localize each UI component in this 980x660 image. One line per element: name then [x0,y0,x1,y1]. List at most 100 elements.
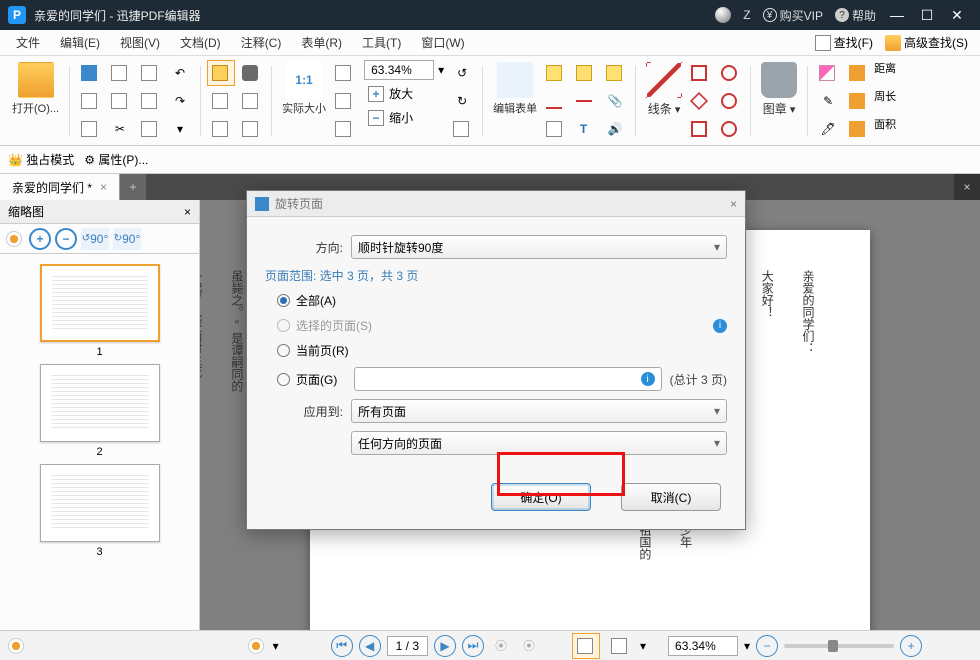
maximize-button[interactable]: ☐ [912,7,942,24]
area-tool[interactable] [844,116,872,142]
ok-button[interactable]: 确定(O) [491,483,591,511]
radio-pages[interactable]: 页面(G) i (总计 3 页) [277,367,727,391]
lines-button[interactable]: 线条 ▾ [642,60,686,119]
cloud-tool[interactable] [716,88,744,114]
info-icon[interactable]: i [713,319,727,333]
close-button[interactable]: ✕ [942,7,972,24]
radio-current[interactable]: 当前页(R) [277,342,727,359]
view-dropdown-icon[interactable]: ▾ [273,639,279,653]
direction-select[interactable]: 顺时针旋转90度 ▾ [351,235,727,259]
callout-tool[interactable] [541,116,569,142]
properties-button[interactable]: ⚙ 属性(P)... [84,151,148,168]
thumbnails-close-icon[interactable]: × [184,205,191,219]
note-tool[interactable] [601,60,629,86]
typewriter-tool[interactable]: T [571,116,599,142]
dialog-close-icon[interactable]: × [730,197,737,211]
marker-tool[interactable]: 🖊 [814,116,842,142]
more-edit-button[interactable]: ▾ [166,116,194,142]
find-button[interactable]: 查找(F) [809,31,879,54]
exclusive-mode-button[interactable]: 👑 独占模式 [8,151,74,168]
menu-window[interactable]: 窗口(W) [411,31,474,54]
tab-close-icon[interactable]: × [100,180,107,194]
thumbnail-3[interactable]: 3 [40,464,160,558]
menu-comment[interactable]: 注释(C) [231,31,292,54]
single-page-button[interactable] [572,633,600,659]
cut-button[interactable]: ✂ [106,116,134,142]
doc-tab-active[interactable]: 亲爱的同学们 * × [0,174,120,200]
fit-width-button[interactable] [330,88,358,114]
thumb-zoom-in[interactable]: + [29,228,51,250]
view-settings-icon[interactable] [248,638,264,654]
layout-button[interactable] [448,116,476,142]
pages-input[interactable]: i [354,367,662,391]
underline-tool[interactable] [541,88,569,114]
actual-size-button[interactable]: 1:1 实际大小 [278,60,330,118]
user-initial[interactable]: Z [743,8,750,22]
continuous-button[interactable] [606,633,634,659]
pencil-tool[interactable]: ✎ [814,88,842,114]
edit-text-button[interactable] [207,116,235,142]
thumbnails-list[interactable]: 1 2 3 [0,254,199,630]
new-blank-button[interactable] [76,88,104,114]
first-page-button[interactable]: ⏮ [331,635,353,657]
circle-tool[interactable] [716,60,744,86]
attach-tool[interactable]: 📎 [601,88,629,114]
menu-tools[interactable]: 工具(T) [352,31,411,54]
status-zoom-dropdown[interactable]: ▾ [744,639,750,653]
zoom-slider[interactable] [784,644,894,648]
polygon-tool[interactable] [686,88,714,114]
page-number-field[interactable]: 1 / 3 [387,636,428,656]
menu-view[interactable]: 视图(V) [110,31,170,54]
menu-form[interactable]: 表单(R) [291,31,352,54]
perimeter-tool[interactable] [844,88,872,114]
add-tab-button[interactable]: + [120,174,146,200]
paste-button[interactable] [136,116,164,142]
select-text-button[interactable] [207,88,235,114]
nav-fwd-button[interactable]: ⦿ [518,635,540,657]
orientation-select[interactable]: 任何方向的页面▾ [351,431,727,455]
last-page-button[interactable]: ⏭ [462,635,484,657]
thumb-zoom-out[interactable]: − [55,228,77,250]
thumbnail-1[interactable]: 1 [40,264,160,358]
globe-icon[interactable] [715,7,731,23]
prev-page-button[interactable]: ◀ [359,635,381,657]
advanced-find-button[interactable]: 高级查找(S) [879,31,974,54]
edit-form-button[interactable]: 编辑表单 [489,60,541,118]
nav-back-button[interactable]: ⦿ [490,635,512,657]
radio-all[interactable]: 全部(A) [277,292,727,309]
zoom-dropdown-icon[interactable]: ▾ [438,63,444,77]
hand-tool-button[interactable] [207,60,235,86]
buy-vip-button[interactable]: ¥购买VIP [763,7,823,24]
rotate-ccw-button[interactable]: ↺ [448,60,476,86]
thumb-rotate-ccw[interactable]: ↺90° [81,228,109,250]
menu-file[interactable]: 文件 [6,31,50,54]
status-zoom-field[interactable]: 63.34% [668,636,738,656]
status-settings-icon[interactable] [8,638,24,654]
scan-button[interactable] [106,88,134,114]
save-button[interactable] [76,60,104,86]
status-zoom-out[interactable]: − [756,635,778,657]
stamp-button[interactable]: 图章 ▾ [757,60,801,119]
email-button[interactable] [136,60,164,86]
rotate-cw-button[interactable]: ↻ [448,88,476,114]
open-button[interactable]: 打开(O)... [8,60,63,118]
zoom-slider-knob[interactable] [828,640,838,652]
strikeout-tool[interactable] [571,88,599,114]
undo-button[interactable]: ↶ [166,60,194,86]
status-zoom-in[interactable]: + [900,635,922,657]
menu-document[interactable]: 文档(D) [170,31,231,54]
snapshot-button[interactable] [237,60,265,86]
dialog-titlebar[interactable]: 旋转页面 × [247,191,745,217]
print-button[interactable] [106,60,134,86]
distance-tool[interactable] [844,60,872,86]
redo-button[interactable]: ↷ [166,88,194,114]
zoom-in-button[interactable]: 放大 [364,83,417,104]
edit-image-button[interactable] [237,116,265,142]
minimize-button[interactable]: — [882,7,912,23]
apply-to-select[interactable]: 所有页面▾ [351,399,727,423]
sound-tool[interactable]: 🔊 [601,116,629,142]
circle-fill-tool[interactable] [716,116,744,142]
tabs-close-all[interactable]: × [954,174,980,200]
next-page-button[interactable]: ▶ [434,635,456,657]
textbox-tool[interactable] [541,60,569,86]
